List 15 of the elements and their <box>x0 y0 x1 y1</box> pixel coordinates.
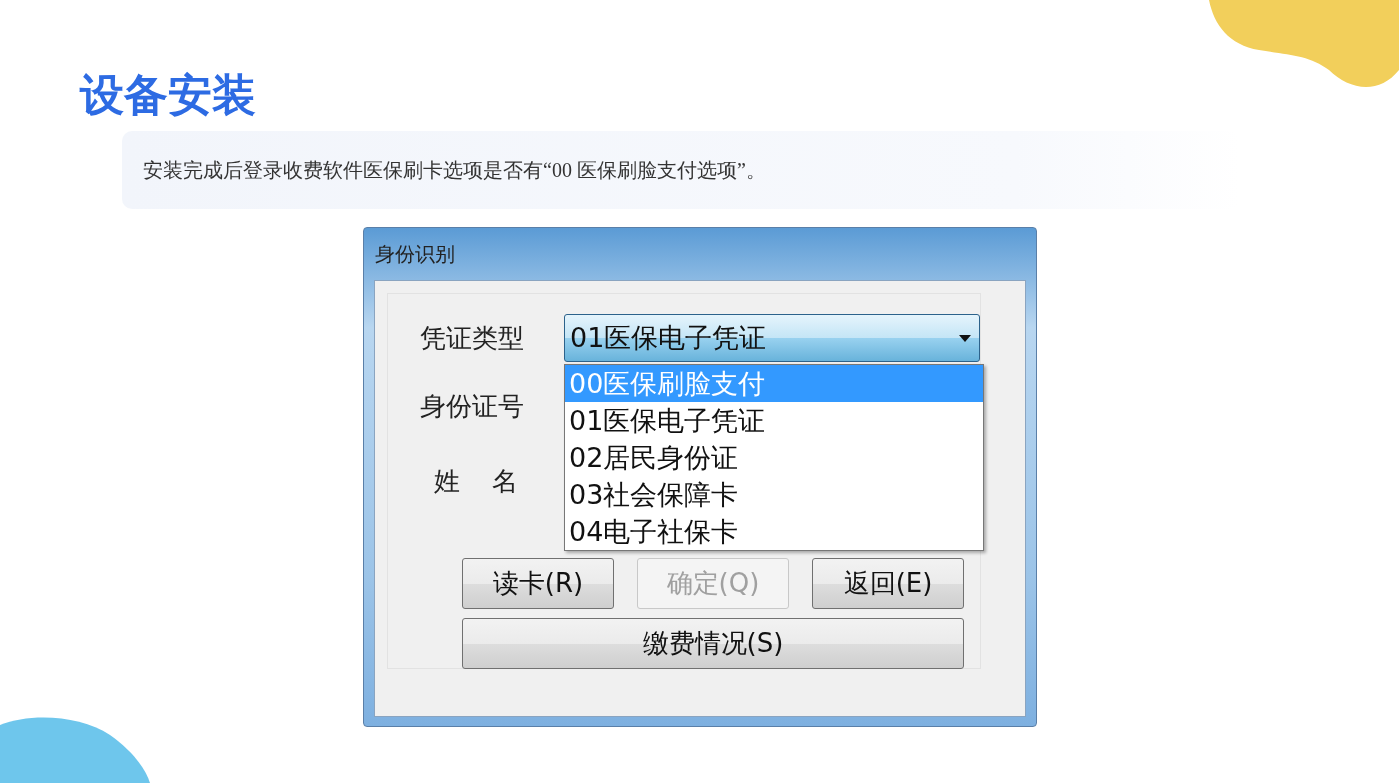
field-label: 身份证号 <box>420 389 525 423</box>
dialog-button[interactable]: 缴费情况(S) <box>462 618 964 669</box>
dialog-button[interactable]: 读卡(R) <box>462 558 614 609</box>
dropdown-option[interactable]: 01医保电子凭证 <box>565 402 983 439</box>
dialog-button[interactable]: 返回(E) <box>812 558 964 609</box>
dropdown-option[interactable]: 04电子社保卡 <box>565 513 983 550</box>
dropdown-option[interactable]: 03社会保障卡 <box>565 476 983 513</box>
combo-box[interactable]: 01医保电子凭证 <box>564 314 980 362</box>
dropdown-option[interactable]: 02居民身份证 <box>565 439 983 476</box>
note-text: 安装完成后登录收费软件医保刷卡选项是否有“00 医保刷脸支付选项”。 <box>143 157 766 183</box>
window-title: 身份识别 <box>375 240 455 268</box>
field-label: 姓 名 <box>433 465 519 498</box>
field-label: 凭证类型 <box>420 321 525 355</box>
slide-title: 设备安装 <box>80 68 256 122</box>
dropdown-arrow-icon <box>959 334 971 342</box>
